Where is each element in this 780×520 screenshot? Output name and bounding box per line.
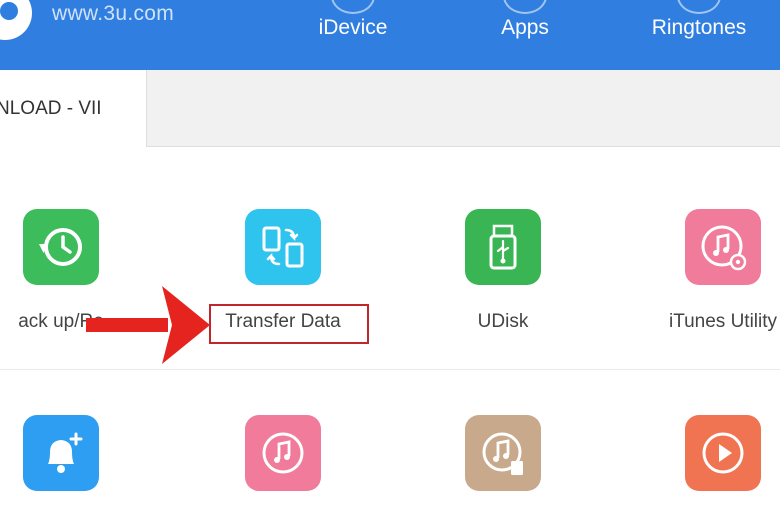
nav-label: Ringtones: [651, 16, 747, 39]
itunes-icon: [685, 209, 761, 285]
nav-label: iDevice: [318, 16, 388, 39]
tab-bar: NLOAD - VII: [0, 70, 780, 147]
usb-icon: [465, 209, 541, 285]
tab-label: NLOAD - VII: [0, 98, 102, 119]
top-header: www.3u.com iDevice Apps Ringtones: [0, 0, 780, 70]
device-icon: [331, 0, 375, 14]
nav-ringtones[interactable]: Ringtones: [636, 0, 762, 70]
app-logo-icon[interactable]: [0, 0, 32, 40]
play-icon: [685, 415, 761, 491]
highlight-box: [209, 304, 369, 344]
music-note-icon: [245, 415, 321, 491]
transfer-data-icon: [245, 209, 321, 285]
tab-download[interactable]: NLOAD - VII: [0, 70, 147, 147]
site-url: www.3u.com: [52, 2, 175, 25]
bell-icon: [23, 415, 99, 491]
nav-idevice[interactable]: iDevice: [303, 0, 403, 70]
nav-apps[interactable]: Apps: [475, 0, 575, 70]
music-file-icon: [465, 415, 541, 491]
red-arrow-icon: [86, 286, 210, 364]
nav-label: Apps: [501, 16, 549, 39]
tool-label: iTunes Utility: [668, 311, 778, 332]
apps-icon: [503, 0, 547, 14]
ringtones-icon: [677, 0, 721, 14]
backup-restore-icon: [23, 209, 99, 285]
